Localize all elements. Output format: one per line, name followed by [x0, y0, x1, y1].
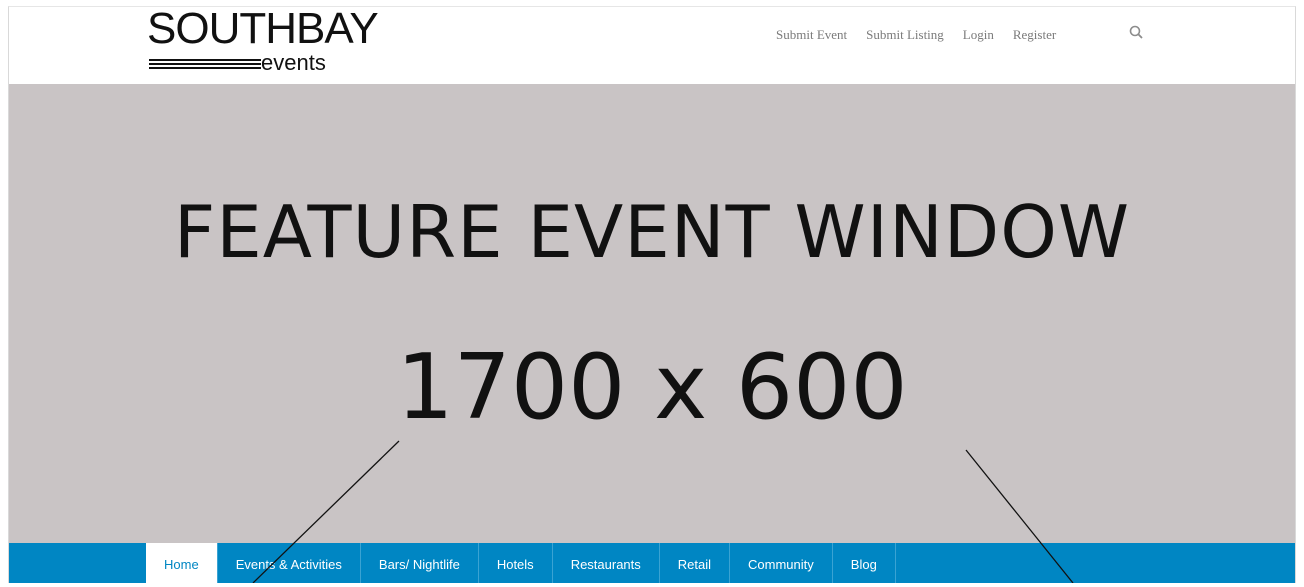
nav-item-bars-nightlife[interactable]: Bars/ Nightlife: [361, 543, 479, 583]
nav-item-hotels[interactable]: Hotels: [479, 543, 553, 583]
logo-wordmark: SOUTHBAY: [147, 4, 379, 53]
submit-event-link[interactable]: Submit Event: [776, 27, 847, 47]
nav-item-retail[interactable]: Retail: [660, 543, 731, 583]
register-link[interactable]: Register: [1013, 27, 1056, 47]
banner-size-label: 1700 x 600: [396, 335, 908, 440]
nav-item-community[interactable]: Community: [730, 543, 833, 583]
main-nav: Home Events & Activities Bars/ Nightlife…: [9, 543, 1295, 583]
nav-item-events-activities[interactable]: Events & Activities: [218, 543, 361, 583]
login-link[interactable]: Login: [963, 27, 994, 47]
site-logo[interactable]: SOUTHBAY events: [147, 7, 417, 83]
utility-nav: Submit Event Submit Listing Login Regist…: [776, 27, 1056, 47]
search-icon[interactable]: [1128, 24, 1146, 42]
nav-item-blog[interactable]: Blog: [833, 543, 896, 583]
nav-item-restaurants[interactable]: Restaurants: [553, 543, 660, 583]
submit-listing-link[interactable]: Submit Listing: [866, 27, 944, 47]
logo-speed-lines: [149, 59, 261, 71]
site-header: SOUTHBAY events Submit Event Submit List…: [9, 7, 1295, 83]
logo-subtitle: events: [261, 50, 326, 75]
nav-item-home[interactable]: Home: [146, 543, 218, 583]
feature-event-banner[interactable]: FEATURE EVENT WINDOW 1700 x 600: [9, 84, 1295, 543]
banner-title: FEATURE EVENT WINDOW: [173, 190, 1131, 274]
